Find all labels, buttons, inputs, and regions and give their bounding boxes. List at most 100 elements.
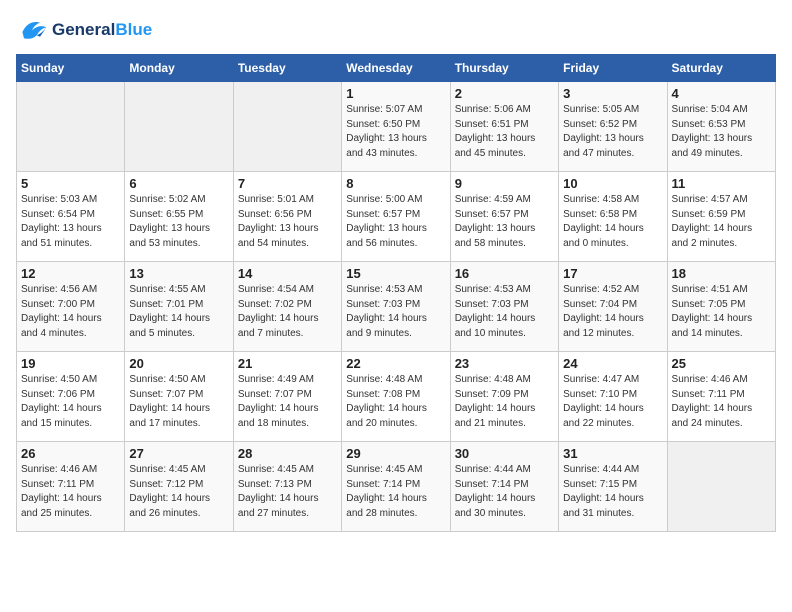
day-number: 17 [563, 266, 662, 281]
calendar-cell: 25 Sunrise: 4:46 AMSunset: 7:11 PMDayligh… [667, 352, 775, 442]
day-info: Sunrise: 4:59 AMSunset: 6:57 PMDaylight:… [455, 193, 554, 251]
day-info: Sunrise: 5:02 AMSunset: 6:55 PMDaylight:… [129, 193, 228, 251]
calendar-cell: 3 Sunrise: 5:05 AMSunset: 6:52 PMDaylight… [559, 82, 667, 172]
day-number: 5 [21, 176, 120, 191]
day-info: Sunrise: 4:53 AMSunset: 7:03 PMDaylight:… [455, 283, 554, 341]
day-info: Sunrise: 4:49 AMSunset: 7:07 PMDaylight:… [238, 373, 337, 431]
day-info: Sunrise: 4:45 AMSunset: 7:14 PMDaylight:… [346, 463, 445, 521]
day-number: 3 [563, 86, 662, 101]
day-info: Sunrise: 4:52 AMSunset: 7:04 PMDaylight:… [563, 283, 662, 341]
calendar-cell [125, 82, 233, 172]
day-info: Sunrise: 4:47 AMSunset: 7:10 PMDaylight:… [563, 373, 662, 431]
day-info: Sunrise: 4:55 AMSunset: 7:01 PMDaylight:… [129, 283, 228, 341]
calendar-week-4: 19 Sunrise: 4:50 AMSunset: 7:06 PMDayligh… [17, 352, 776, 442]
weekday-header-monday: Monday [125, 55, 233, 82]
day-number: 8 [346, 176, 445, 191]
day-number: 20 [129, 356, 228, 371]
day-info: Sunrise: 4:44 AMSunset: 7:14 PMDaylight:… [455, 463, 554, 521]
calendar-cell: 13 Sunrise: 4:55 AMSunset: 7:01 PMDayligh… [125, 262, 233, 352]
calendar-cell: 19 Sunrise: 4:50 AMSunset: 7:06 PMDayligh… [17, 352, 125, 442]
day-number: 9 [455, 176, 554, 191]
calendar-cell: 27 Sunrise: 4:45 AMSunset: 7:12 PMDayligh… [125, 442, 233, 532]
day-info: Sunrise: 4:56 AMSunset: 7:00 PMDaylight:… [21, 283, 120, 341]
day-number: 18 [672, 266, 771, 281]
calendar-cell: 2Sunrise: 5:06 AMSunset: 6:51 PMDaylight… [450, 82, 558, 172]
calendar-week-5: 26 Sunrise: 4:46 AMSunset: 7:11 PMDayligh… [17, 442, 776, 532]
day-number: 24 [563, 356, 662, 371]
day-info: Sunrise: 4:53 AMSunset: 7:03 PMDaylight:… [346, 283, 445, 341]
calendar-cell: 5 Sunrise: 5:03 AMSunset: 6:54 PMDaylight… [17, 172, 125, 262]
calendar-table: SundayMondayTuesdayWednesdayThursdayFrid… [16, 54, 776, 532]
day-number: 25 [672, 356, 771, 371]
weekday-header-friday: Friday [559, 55, 667, 82]
day-number: 21 [238, 356, 337, 371]
day-number: 31 [563, 446, 662, 461]
day-info: Sunrise: 5:05 AMSunset: 6:52 PMDaylight:… [563, 103, 662, 161]
calendar-cell: 16 Sunrise: 4:53 AMSunset: 7:03 PMDayligh… [450, 262, 558, 352]
day-number: 15 [346, 266, 445, 281]
calendar-cell: 21 Sunrise: 4:49 AMSunset: 7:07 PMDayligh… [233, 352, 341, 442]
day-info: Sunrise: 5:00 AMSunset: 6:57 PMDaylight:… [346, 193, 445, 251]
calendar-week-1: 1 Sunrise: 5:07 AMSunset: 6:50 PMDaylight… [17, 82, 776, 172]
day-info: Sunrise: 4:45 AMSunset: 7:12 PMDaylight:… [129, 463, 228, 521]
calendar-cell: 24 Sunrise: 4:47 AMSunset: 7:10 PMDayligh… [559, 352, 667, 442]
day-number: 29 [346, 446, 445, 461]
day-info: Sunrise: 4:46 AMSunset: 7:11 PMDaylight:… [21, 463, 120, 521]
calendar-cell: 29 Sunrise: 4:45 AMSunset: 7:14 PMDayligh… [342, 442, 450, 532]
day-info: Sunrise: 4:44 AMSunset: 7:15 PMDaylight:… [563, 463, 662, 521]
day-number: 1 [346, 86, 445, 101]
weekday-header-thursday: Thursday [450, 55, 558, 82]
calendar-cell: 17 Sunrise: 4:52 AMSunset: 7:04 PMDayligh… [559, 262, 667, 352]
day-info: Sunrise: 4:46 AMSunset: 7:11 PMDaylight:… [672, 373, 771, 431]
day-info: Sunrise: 4:48 AMSunset: 7:08 PMDaylight:… [346, 373, 445, 431]
day-info: Sunrise: 4:51 AMSunset: 7:05 PMDaylight:… [672, 283, 771, 341]
day-number: 16 [455, 266, 554, 281]
weekday-header-row: SundayMondayTuesdayWednesdayThursdayFrid… [17, 55, 776, 82]
day-info: Sunrise: 5:07 AMSunset: 6:50 PMDaylight:… [346, 103, 445, 161]
calendar-cell: 6 Sunrise: 5:02 AMSunset: 6:55 PMDaylight… [125, 172, 233, 262]
calendar-cell: 15 Sunrise: 4:53 AMSunset: 7:03 PMDayligh… [342, 262, 450, 352]
calendar-cell: 30 Sunrise: 4:44 AMSunset: 7:14 PMDayligh… [450, 442, 558, 532]
weekday-header-sunday: Sunday [17, 55, 125, 82]
day-number: 14 [238, 266, 337, 281]
day-info: Sunrise: 5:06 AMSunset: 6:51 PMDaylight:… [455, 103, 554, 161]
day-info: Sunrise: 5:03 AMSunset: 6:54 PMDaylight:… [21, 193, 120, 251]
calendar-cell: 18 Sunrise: 4:51 AMSunset: 7:05 PMDayligh… [667, 262, 775, 352]
calendar-cell: 11 Sunrise: 4:57 AMSunset: 6:59 PMDayligh… [667, 172, 775, 262]
calendar-cell: 9 Sunrise: 4:59 AMSunset: 6:57 PMDaylight… [450, 172, 558, 262]
day-number: 30 [455, 446, 554, 461]
day-info: Sunrise: 5:01 AMSunset: 6:56 PMDaylight:… [238, 193, 337, 251]
day-number: 22 [346, 356, 445, 371]
calendar-cell: 28Sunrise: 4:45 AMSunset: 7:13 PMDayligh… [233, 442, 341, 532]
day-info: Sunrise: 5:04 AMSunset: 6:53 PMDaylight:… [672, 103, 771, 161]
calendar-cell [17, 82, 125, 172]
day-number: 12 [21, 266, 120, 281]
calendar-cell [233, 82, 341, 172]
calendar-cell: 12 Sunrise: 4:56 AMSunset: 7:00 PMDayligh… [17, 262, 125, 352]
calendar-week-2: 5 Sunrise: 5:03 AMSunset: 6:54 PMDaylight… [17, 172, 776, 262]
calendar-cell: 22 Sunrise: 4:48 AMSunset: 7:08 PMDayligh… [342, 352, 450, 442]
logo-text: GeneralBlue [52, 20, 152, 40]
day-info: Sunrise: 4:50 AMSunset: 7:07 PMDaylight:… [129, 373, 228, 431]
calendar-cell: 7Sunrise: 5:01 AMSunset: 6:56 PMDaylight… [233, 172, 341, 262]
day-info: Sunrise: 4:50 AMSunset: 7:06 PMDaylight:… [21, 373, 120, 431]
weekday-header-saturday: Saturday [667, 55, 775, 82]
calendar-cell: 20 Sunrise: 4:50 AMSunset: 7:07 PMDayligh… [125, 352, 233, 442]
calendar-cell [667, 442, 775, 532]
day-number: 10 [563, 176, 662, 191]
logo-icon [16, 16, 48, 44]
day-number: 11 [672, 176, 771, 191]
logo: GeneralBlue [16, 16, 152, 44]
calendar-cell: 14Sunrise: 4:54 AMSunset: 7:02 PMDayligh… [233, 262, 341, 352]
day-number: 13 [129, 266, 228, 281]
day-info: Sunrise: 4:57 AMSunset: 6:59 PMDaylight:… [672, 193, 771, 251]
day-info: Sunrise: 4:58 AMSunset: 6:58 PMDaylight:… [563, 193, 662, 251]
calendar-cell: 31 Sunrise: 4:44 AMSunset: 7:15 PMDayligh… [559, 442, 667, 532]
day-info: Sunrise: 4:45 AMSunset: 7:13 PMDaylight:… [238, 463, 337, 521]
day-number: 19 [21, 356, 120, 371]
day-number: 27 [129, 446, 228, 461]
day-number: 4 [672, 86, 771, 101]
day-number: 26 [21, 446, 120, 461]
day-number: 6 [129, 176, 228, 191]
calendar-week-3: 12 Sunrise: 4:56 AMSunset: 7:00 PMDayligh… [17, 262, 776, 352]
